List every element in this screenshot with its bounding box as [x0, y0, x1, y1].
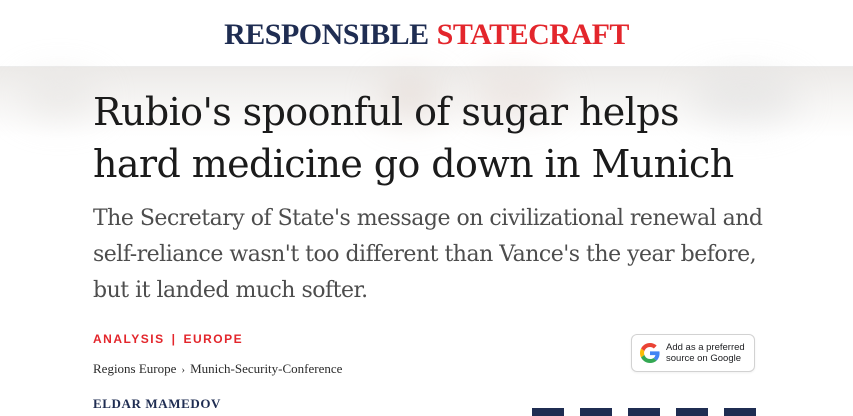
site-header: RESPONSIBLE STATECRAFT	[0, 0, 853, 67]
share-button[interactable]	[580, 408, 612, 416]
share-button[interactable]	[532, 408, 564, 416]
add-preferred-source-label: Add as a preferred source on Google	[666, 342, 745, 364]
dek-line: but it landed much softer.	[93, 278, 368, 303]
dek-line: The Secretary of State's message on civi…	[93, 206, 763, 231]
headline-line: hard medicine go down in Munich	[93, 142, 734, 186]
logo-word-statecraft: STATECRAFT	[436, 18, 630, 51]
google-g-icon	[640, 343, 660, 363]
google-button-line: source on Google	[666, 353, 741, 364]
breadcrumb-item-munich-security-conference[interactable]: Munich-Security-Conference	[190, 361, 342, 376]
google-button-line: Add as a preferred	[666, 342, 745, 353]
chevron-right-icon: ›	[181, 364, 186, 376]
logo-word-responsible: RESPONSIBLE	[224, 18, 429, 51]
dek-line: self-reliance wasn't too different than …	[93, 242, 757, 267]
breadcrumb-item-regions-europe[interactable]: Regions Europe	[93, 361, 176, 376]
share-button[interactable]	[676, 408, 708, 416]
tag-separator: |	[171, 332, 177, 346]
headline-line: Rubio's spoonful of sugar helps	[93, 90, 679, 134]
share-button[interactable]	[724, 408, 756, 416]
site-logo[interactable]: RESPONSIBLE STATECRAFT	[224, 18, 629, 52]
add-preferred-source-button[interactable]: Add as a preferred source on Google	[631, 334, 755, 372]
tag-europe[interactable]: EUROPE	[183, 332, 243, 346]
tag-analysis[interactable]: ANALYSIS	[93, 332, 165, 346]
author-byline[interactable]: ELDAR MAMEDOV	[93, 396, 221, 412]
breadcrumb: Regions Europe › Munich-Security-Conferenc…	[93, 361, 342, 377]
share-button[interactable]	[628, 408, 660, 416]
article-headline: Rubio's spoonful of sugar helps hard med…	[93, 86, 793, 190]
article-dek: The Secretary of State's message on civi…	[93, 201, 813, 309]
article-tags: ANALYSIS | EUROPE	[93, 332, 243, 346]
